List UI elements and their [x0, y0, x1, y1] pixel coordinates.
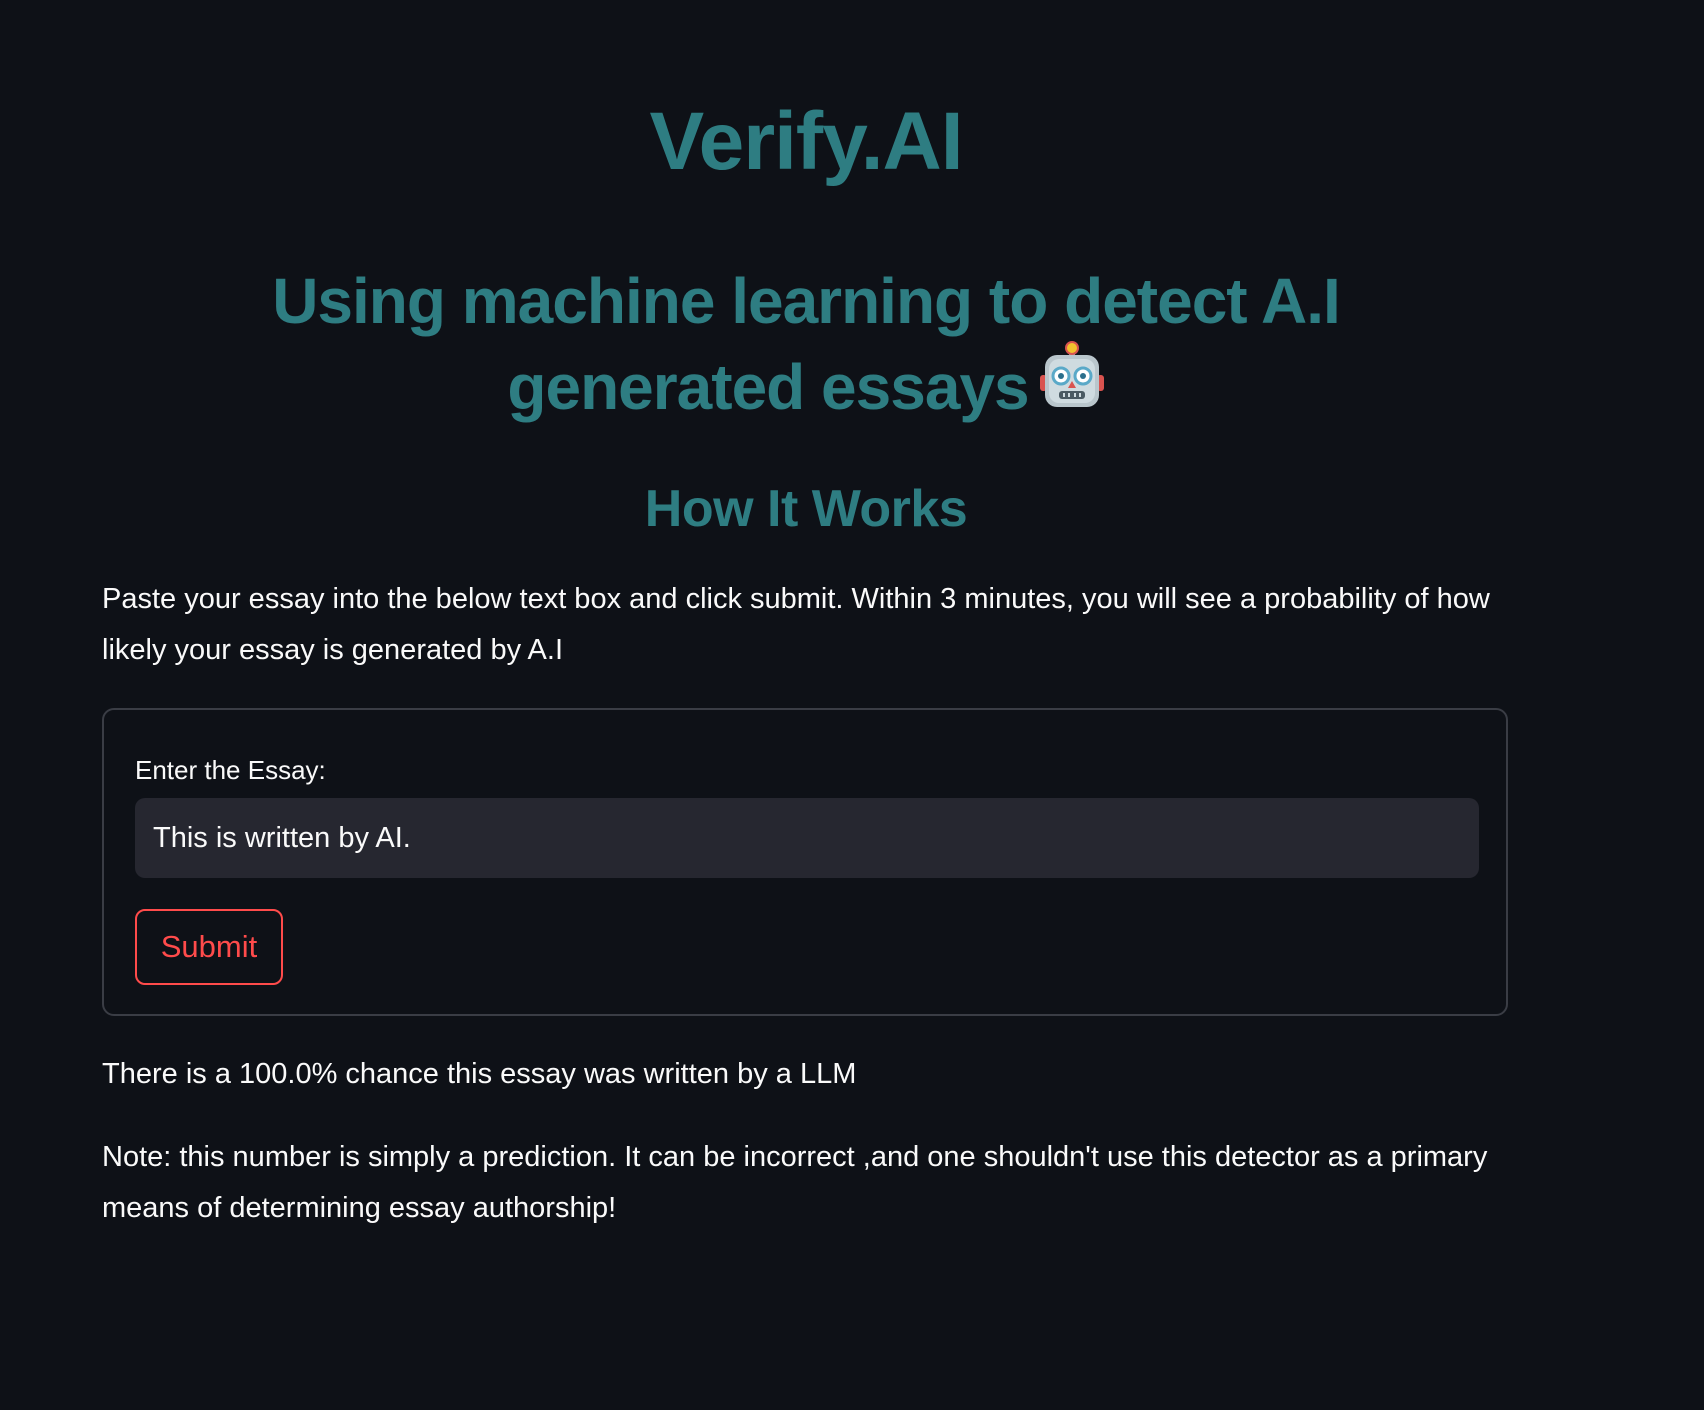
essay-form: Enter the Essay: Submit: [102, 708, 1508, 1016]
submit-button[interactable]: Submit: [135, 909, 283, 985]
robot-face-icon: [1039, 340, 1105, 432]
essay-input[interactable]: [135, 798, 1479, 878]
instructions-text: Paste your essay into the below text box…: [102, 583, 1490, 666]
app-title: Verify.AI: [649, 96, 963, 187]
disclaimer-note: Note: this number is simply a prediction…: [102, 1141, 1488, 1224]
result-message: There is a 100.0% chance this essay was …: [102, 1058, 857, 1090]
how-it-works-title: How It Works: [644, 480, 968, 538]
tagline-text: Using machine learning to detect A.I gen…: [272, 265, 1341, 423]
tagline: Using machine learning to detect A.I gen…: [162, 258, 1450, 438]
app-page: Verify.AI Using machine learning to dete…: [0, 0, 1704, 1410]
essay-field-label: Enter the Essay:: [135, 755, 326, 785]
